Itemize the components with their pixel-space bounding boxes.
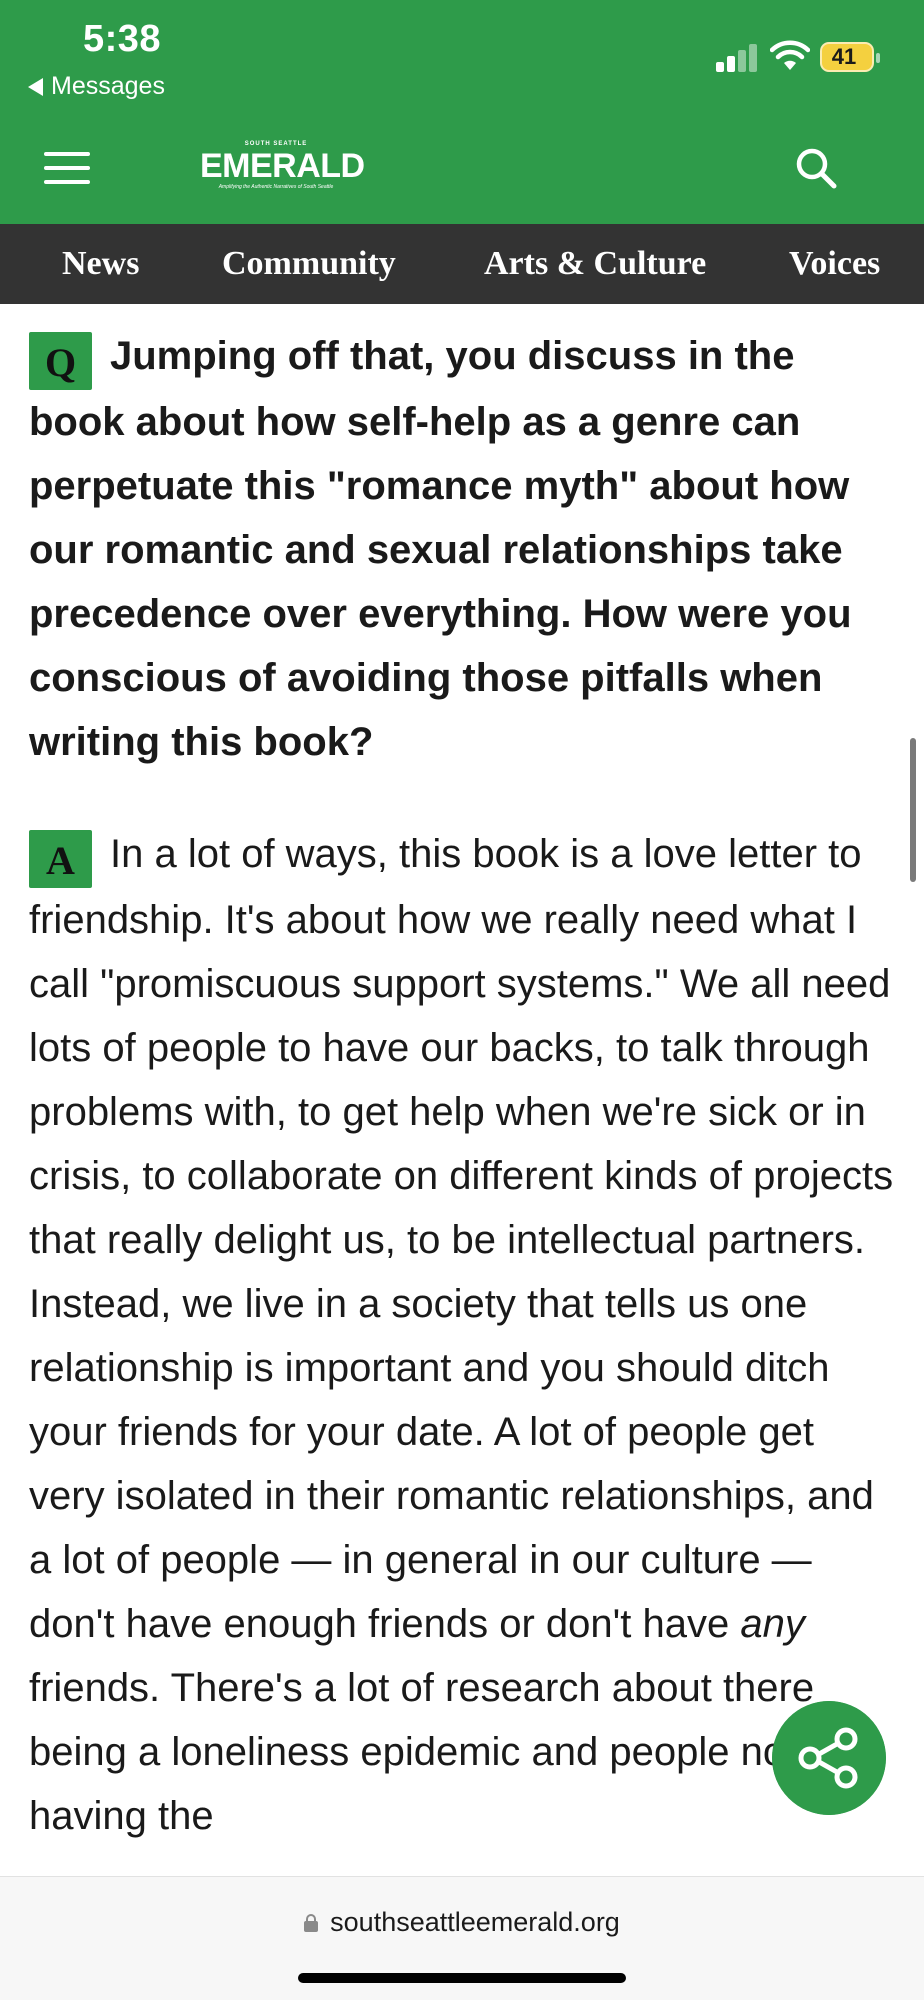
- wifi-icon: [770, 40, 810, 70]
- url-text: southseattleemerald.org: [330, 1907, 620, 1937]
- answer-emphasis: any: [740, 1602, 805, 1646]
- back-arrow-icon: [28, 77, 43, 96]
- question-text: Jumping off that, you discuss in the boo…: [29, 334, 852, 764]
- logo-main-text: EMERALD: [200, 147, 365, 185]
- question-badge: Q: [29, 332, 92, 390]
- category-nav: News Community Arts & Culture Voices: [0, 224, 924, 304]
- scroll-indicator[interactable]: [910, 738, 916, 882]
- nav-item-community[interactable]: Community: [222, 224, 396, 304]
- nav-item-voices[interactable]: Voices: [789, 224, 880, 304]
- article-body: Q Jumping off that, you discuss in the bo…: [29, 324, 899, 1848]
- battery-level: 41: [831, 44, 857, 69]
- lock-icon: [304, 1914, 319, 1932]
- cellular-signal-icon: [716, 44, 758, 72]
- status-time: 5:38: [83, 18, 162, 60]
- home-indicator[interactable]: [298, 1973, 626, 1983]
- interview-question: Q Jumping off that, you discuss in the bo…: [29, 324, 899, 774]
- logo-tagline: Amplifying the Authentic Narratives of S…: [218, 184, 334, 190]
- interview-answer: A In a lot of ways, this book is a love l…: [29, 822, 899, 1848]
- browser-bottom-bar: southseattleemerald.org: [0, 1876, 924, 2000]
- back-to-messages[interactable]: Messages: [28, 72, 165, 101]
- answer-text-part2: friends. There's a lot of research about…: [29, 1666, 815, 1838]
- site-logo[interactable]: SOUTH SEATTLE EMERALD Amplifying the Aut…: [200, 140, 365, 194]
- nav-item-arts-culture[interactable]: Arts & Culture: [484, 224, 706, 304]
- site-header: 5:38 Messages 41 SOUTH SEATTLE EMERALD A…: [0, 0, 924, 224]
- answer-text-part1: In a lot of ways, this book is a love le…: [29, 832, 894, 1646]
- share-icon[interactable]: [772, 1701, 886, 1815]
- battery-icon: 41: [820, 42, 880, 72]
- answer-badge: A: [29, 830, 92, 888]
- address-bar[interactable]: southseattleemerald.org: [0, 1907, 924, 1938]
- nav-item-news[interactable]: News: [62, 224, 139, 304]
- menu-icon[interactable]: [44, 150, 90, 186]
- back-label: Messages: [51, 72, 165, 100]
- search-icon[interactable]: [794, 146, 838, 190]
